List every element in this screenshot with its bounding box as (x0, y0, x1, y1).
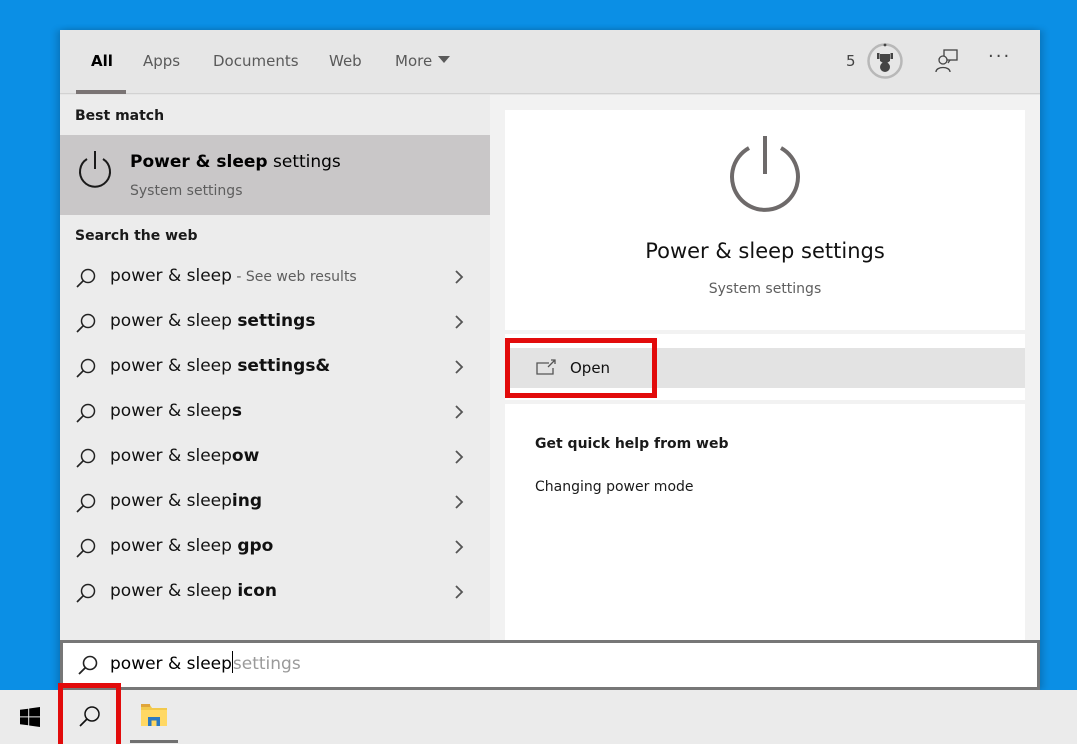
rewards-medal-icon[interactable] (866, 42, 904, 80)
search-icon (76, 583, 96, 603)
preview-actions: Open (505, 334, 1025, 400)
preview-title: Power & sleep settings (645, 239, 885, 263)
suggestion-prefix: power & sleep (110, 401, 232, 421)
search-icon (79, 706, 100, 727)
web-suggestion-label: power & sleeps (110, 401, 242, 421)
windows-start-icon[interactable] (20, 707, 40, 727)
web-suggestion-item[interactable]: power & sleep - See web results (60, 255, 490, 300)
preview-pane: Power & sleep settings System settings O… (490, 95, 1040, 640)
quick-help-card: Get quick help from web Changing power m… (505, 404, 1025, 640)
search-query-text: power & sleep (110, 654, 232, 674)
search-input[interactable]: power & sleepsettings (60, 640, 1040, 690)
suggestion-prefix: power & sleep (110, 581, 238, 601)
chevron-right-icon[interactable] (453, 358, 465, 376)
chevron-right-icon[interactable] (453, 403, 465, 421)
suggestion-completion: s (231, 401, 243, 421)
search-autocomplete-suggestion: settings (232, 654, 301, 674)
web-suggestion-item[interactable]: power & sleeping (60, 480, 490, 525)
web-suggestion-item[interactable]: power & sleepow (60, 435, 490, 480)
chevron-right-icon[interactable] (453, 313, 465, 331)
suggestion-completion: settings& (237, 356, 331, 376)
suggestion-completion: icon (237, 581, 277, 601)
best-match-title-bold: Power & sleep (130, 152, 268, 172)
feedback-icon[interactable] (934, 48, 960, 74)
suggestion-prefix: power & sleep (110, 491, 232, 511)
taskbar (0, 690, 1077, 744)
chevron-right-icon[interactable] (453, 268, 465, 286)
web-suggestion-item[interactable]: power & sleep gpo (60, 525, 490, 570)
more-options-button[interactable]: ··· (988, 46, 1011, 67)
chevron-right-icon[interactable] (453, 448, 465, 466)
tab-more-label: More (395, 52, 433, 70)
search-icon (76, 313, 96, 333)
quick-help-title: Get quick help from web (535, 436, 729, 452)
web-suggestion-item[interactable]: power & sleep icon (60, 570, 490, 615)
search-icon (76, 538, 96, 558)
taskbar-search-button[interactable] (64, 690, 116, 744)
search-filter-tabs: All Apps Documents Web More 5 ··· (60, 30, 1040, 94)
file-explorer-button[interactable] (128, 690, 180, 744)
web-suggestion-label: power & sleep settings (110, 311, 315, 331)
web-suggestion-label: power & sleep settings& (110, 356, 330, 376)
search-query: power & sleepsettings (110, 651, 301, 674)
web-suggestion-label: power & sleep - See web results (110, 266, 357, 286)
active-tab-indicator (76, 90, 126, 94)
tab-web[interactable]: Web (329, 52, 362, 70)
web-suggestion-label: power & sleepow (110, 446, 259, 466)
search-icon (76, 448, 96, 468)
web-suggestion-item[interactable]: power & sleep settings (60, 300, 490, 345)
search-icon (76, 358, 96, 378)
search-icon (76, 403, 96, 423)
suggestion-prefix: power & sleep (110, 266, 232, 286)
tab-documents[interactable]: Documents (213, 52, 299, 70)
chevron-right-icon[interactable] (453, 493, 465, 511)
open-label: Open (570, 359, 611, 377)
suggestion-completion: gpo (237, 536, 274, 556)
web-suggestion-label: power & sleep icon (110, 581, 277, 601)
web-suggestion-item[interactable]: power & sleeps (60, 390, 490, 435)
search-web-header: Search the web (75, 228, 198, 244)
start-search-panel: All Apps Documents Web More 5 ··· Best m… (60, 30, 1040, 690)
results-list: Best match Power & sleep settings System… (60, 95, 490, 640)
tab-more[interactable]: More (395, 52, 451, 70)
running-app-indicator (130, 740, 178, 743)
power-icon-large (730, 136, 800, 212)
best-match-result[interactable]: Power & sleep settings System settings (60, 135, 490, 215)
open-window-icon (536, 359, 556, 375)
suggestion-completion: ing (231, 491, 263, 511)
search-icon (76, 268, 96, 288)
best-match-subtitle: System settings (130, 183, 243, 199)
preview-card: Power & sleep settings System settings (505, 110, 1025, 330)
chevron-right-icon[interactable] (453, 538, 465, 556)
file-explorer-icon (141, 704, 167, 726)
suggestion-prefix: power & sleep (110, 536, 238, 556)
power-icon (79, 151, 111, 188)
suggestion-prefix: power & sleep (110, 311, 238, 331)
web-suggestion-label: power & sleeping (110, 491, 262, 511)
search-icon (76, 493, 96, 513)
help-link-changing-power-mode[interactable]: Changing power mode (535, 479, 694, 495)
tab-apps[interactable]: Apps (143, 52, 180, 70)
suggestion-completion: ow (231, 446, 260, 466)
suggestion-prefix: power & sleep (110, 356, 238, 376)
caret-down-icon (438, 56, 451, 63)
chevron-right-icon[interactable] (453, 583, 465, 601)
web-suggestion-item[interactable]: power & sleep settings& (60, 345, 490, 390)
tab-all[interactable]: All (91, 52, 113, 70)
open-button[interactable]: Open (505, 348, 1025, 388)
search-icon (78, 655, 98, 675)
best-match-title-rest: settings (267, 152, 341, 172)
rewards-count: 5 (846, 52, 856, 70)
web-suggestion-label: power & sleep gpo (110, 536, 273, 556)
suggestion-prefix: power & sleep (110, 446, 232, 466)
best-match-title: Power & sleep settings (130, 152, 341, 172)
preview-subtitle: System settings (708, 281, 822, 297)
suggestion-completion: settings (237, 311, 316, 331)
suggestion-hint: - See web results (231, 269, 357, 285)
best-match-header: Best match (75, 108, 165, 124)
